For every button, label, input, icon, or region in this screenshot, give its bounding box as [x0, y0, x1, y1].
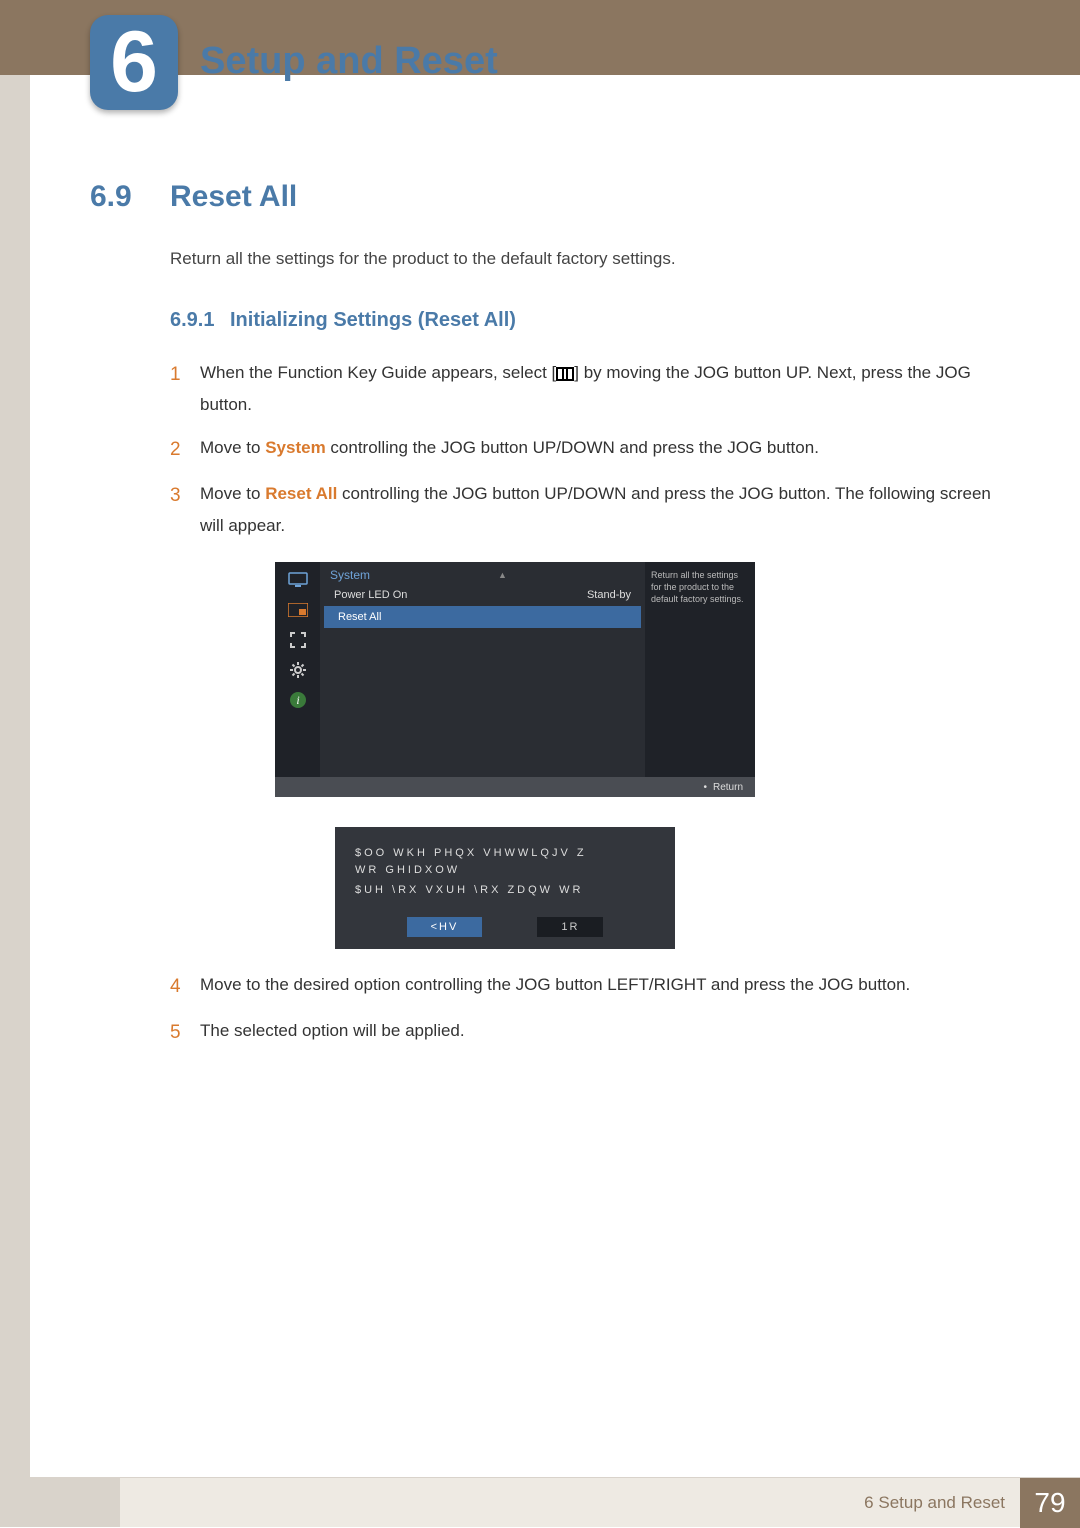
osd-item-label: Reset All — [338, 611, 381, 623]
osd-item-value: Stand-by — [587, 589, 631, 601]
osd-menu-header: System ▲ — [320, 562, 645, 584]
page-content: 6.9 Reset All Return all the settings fo… — [90, 180, 1010, 1061]
section-title: Reset All — [170, 180, 297, 214]
side-accent-bar — [0, 0, 30, 1527]
step-number: 5 — [170, 1015, 200, 1051]
menu-icon — [556, 367, 574, 381]
page-footer: 6 Setup and Reset 79 — [0, 1477, 1080, 1527]
osd-no-button: 1R — [537, 917, 603, 937]
subsection-number: 6.9.1 — [170, 309, 230, 332]
osd-row-reset-all: Reset All — [324, 606, 641, 628]
svg-text:i: i — [296, 693, 299, 707]
osd-menu: i System ▲ Power LED On Stand-by Reset A… — [275, 562, 755, 777]
chapter-title: Setup and Reset — [200, 40, 498, 83]
info-icon: i — [287, 690, 309, 710]
osd-yes-button: <HV — [407, 917, 483, 937]
step-text: The selected option will be applied. — [200, 1015, 1010, 1051]
osd-help-panel: Return all the settings for the product … — [645, 562, 755, 777]
section-intro: Return all the settings for the product … — [170, 249, 1010, 269]
step-3: 3 Move to Reset All controlling the JOG … — [170, 478, 1010, 543]
section-number: 6.9 — [90, 180, 170, 214]
step-number: 3 — [170, 478, 200, 543]
gear-icon — [287, 660, 309, 680]
chapter-badge: 6 — [90, 15, 178, 110]
highlight-system: System — [265, 438, 325, 457]
step-4: 4 Move to the desired option controlling… — [170, 969, 1010, 1005]
osd-footer: • Return — [275, 777, 755, 797]
step-1: 1 When the Function Key Guide appears, s… — [170, 357, 1010, 422]
osd-return-label: Return — [713, 782, 743, 793]
step-2: 2 Move to System controlling the JOG but… — [170, 432, 1010, 468]
footer-page-number: 79 — [1020, 1478, 1080, 1528]
bullet-icon: • — [703, 782, 707, 793]
chapter-number: 6 — [110, 13, 158, 112]
step-5: 5 The selected option will be applied. — [170, 1015, 1010, 1051]
step-number: 1 — [170, 357, 200, 422]
step-number: 2 — [170, 432, 200, 468]
osd-main-panel: System ▲ Power LED On Stand-by Reset All — [320, 562, 645, 777]
monitor-icon — [287, 570, 309, 590]
section-heading: 6.9 Reset All — [90, 180, 1010, 214]
osd-dialog-text: $OO WKH PHQX VHWWLQJV Z WR GHIDXOW $UH \… — [355, 845, 655, 899]
osd-confirm-dialog: $OO WKH PHQX VHWWLQJV Z WR GHIDXOW $UH \… — [335, 827, 675, 949]
osd-item-label: Power LED On — [334, 589, 407, 601]
pip-icon — [287, 600, 309, 620]
resize-icon — [287, 630, 309, 650]
osd-row-power-led: Power LED On Stand-by — [320, 584, 645, 606]
step-number: 4 — [170, 969, 200, 1005]
arrow-up-icon: ▲ — [498, 570, 507, 580]
footer-accent — [0, 1478, 120, 1527]
step-text: Move to Reset All controlling the JOG bu… — [200, 478, 1010, 543]
subsection-title: Initializing Settings (Reset All) — [230, 309, 516, 332]
step-text: When the Function Key Guide appears, sel… — [200, 357, 1010, 422]
subsection-heading: 6.9.1 Initializing Settings (Reset All) — [170, 309, 1010, 332]
osd-dialog-buttons: <HV 1R — [355, 917, 655, 937]
step-text: Move to the desired option controlling t… — [200, 969, 1010, 1005]
highlight-reset-all: Reset All — [265, 484, 337, 503]
step-text: Move to System controlling the JOG butto… — [200, 432, 1010, 468]
osd-screenshot: i System ▲ Power LED On Stand-by Reset A… — [275, 562, 755, 949]
osd-icon-rail: i — [275, 562, 320, 777]
footer-chapter-label: 6 Setup and Reset — [864, 1493, 1005, 1513]
